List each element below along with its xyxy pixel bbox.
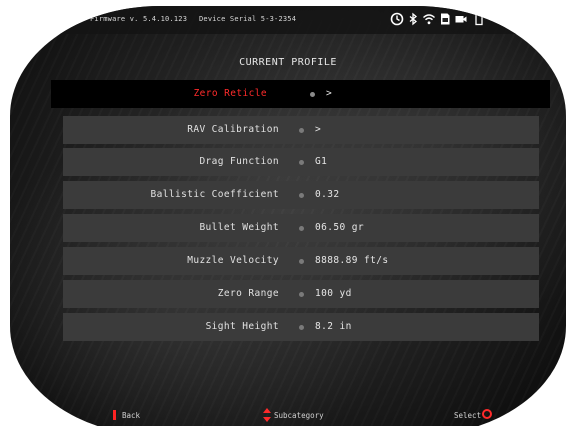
bullet-dot	[299, 259, 304, 264]
back-button-icon	[113, 410, 116, 420]
menu-item-rav-calibration[interactable]: RAV Calibration >	[63, 116, 539, 144]
menu-item-label: Drag Function	[199, 156, 279, 167]
up-down-arrows-icon	[263, 408, 271, 422]
menu-item-ballistic-coefficient[interactable]: Ballistic Coefficient 0.32	[63, 181, 539, 209]
firmware-version: Firmware v. 5.4.10.123	[90, 15, 188, 23]
menu-item-label: Zero Range	[217, 288, 279, 299]
status-bar: Firmware v. 5.4.10.123 Device Serial 5-3…	[10, 6, 566, 34]
sd-card-icon	[438, 12, 452, 26]
select-label: Select	[454, 411, 482, 420]
scope-viewport: Firmware v. 5.4.10.123 Device Serial 5-3…	[0, 0, 576, 426]
menu-item-value: 8.2 in	[315, 321, 352, 332]
bottom-hint-bar: Back Subcategory Select	[0, 404, 576, 426]
menu-item-label: Bullet Weight	[199, 222, 279, 233]
subcategory-label: Subcategory	[274, 411, 324, 420]
chevron-right-icon: >	[315, 124, 322, 135]
bullet-dot	[310, 92, 315, 97]
menu-item-value: 06.50 gr	[315, 222, 364, 233]
menu-item-label: Muzzle Velocity	[187, 255, 279, 266]
wifi-icon	[422, 12, 436, 26]
bullet-dot	[299, 292, 304, 297]
bullet-dot	[299, 193, 304, 198]
menu-item-value: 8888.89 ft/s	[315, 255, 389, 266]
menu-item-muzzle-velocity[interactable]: Muzzle Velocity 8888.89 ft/s	[63, 247, 539, 275]
menu-item-drag-function[interactable]: Drag Function G1	[63, 148, 539, 176]
menu-item-bullet-weight[interactable]: Bullet Weight 06.50 gr	[63, 214, 539, 242]
battery-icon	[472, 12, 486, 26]
device-serial: Device Serial 5-3-2354	[199, 15, 297, 23]
menu-item-label: Sight Height	[205, 321, 279, 332]
menu-item-value: 0.32	[315, 189, 340, 200]
bullet-dot	[299, 226, 304, 231]
menu-item-label: Zero Reticle	[193, 88, 267, 99]
select-button-icon	[482, 409, 492, 419]
timer-icon	[390, 12, 404, 26]
video-record-icon	[454, 12, 468, 26]
menu-item-zero-reticle[interactable]: Zero Reticle >	[51, 80, 550, 108]
menu-item-label: RAV Calibration	[187, 124, 279, 135]
menu-item-zero-range[interactable]: Zero Range 100 yd	[63, 280, 539, 308]
chevron-right-icon: >	[326, 88, 333, 99]
menu-item-value: 100 yd	[315, 288, 352, 299]
menu-item-value: G1	[315, 156, 328, 167]
back-label: Back	[122, 411, 141, 420]
menu-item-label: Ballistic Coefficient	[150, 189, 279, 200]
bluetooth-icon	[406, 12, 420, 26]
bullet-dot	[299, 160, 304, 165]
page-title: CURRENT PROFILE	[239, 57, 337, 68]
menu-item-sight-height[interactable]: Sight Height 8.2 in	[63, 313, 539, 341]
scope-display: Firmware v. 5.4.10.123 Device Serial 5-3…	[10, 6, 566, 426]
bullet-dot	[299, 128, 304, 133]
bullet-dot	[299, 325, 304, 330]
